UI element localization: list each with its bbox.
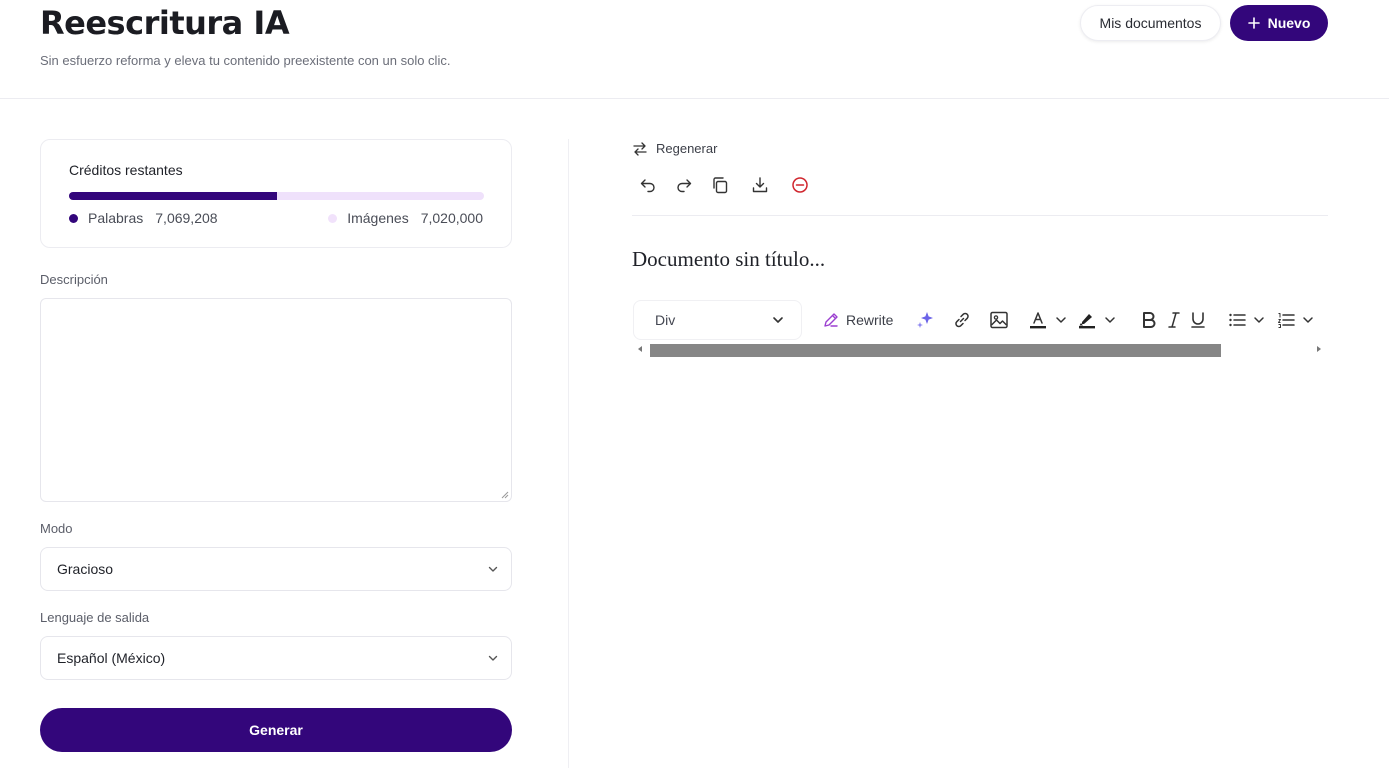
credits-title: Créditos restantes	[69, 162, 183, 178]
my-documents-button[interactable]: Mis documentos	[1080, 5, 1221, 41]
credits-bar-fill	[69, 192, 278, 200]
panel-divider	[568, 139, 569, 768]
numbered-list-icon	[1278, 313, 1295, 328]
actions-divider	[632, 215, 1328, 216]
redo-icon[interactable]	[674, 175, 694, 195]
font-color-button[interactable]	[1028, 310, 1068, 330]
chevron-down-icon	[1303, 317, 1313, 323]
credits-bar	[69, 192, 484, 200]
images-value: 7,020,000	[420, 210, 483, 226]
mode-value: Gracioso	[57, 561, 114, 577]
images-label: Imágenes	[347, 210, 409, 226]
new-document-button[interactable]: Nuevo	[1230, 5, 1328, 41]
generate-button[interactable]: Generar	[40, 708, 512, 752]
images-dot	[328, 213, 338, 223]
plus-icon	[1247, 17, 1260, 29]
block-type-select[interactable]: Div	[633, 300, 802, 340]
mode-select[interactable]: Gracioso	[40, 547, 512, 591]
link-icon[interactable]	[952, 310, 972, 330]
highlight-icon	[1079, 314, 1095, 329]
language-label: Lenguaje de salida	[40, 610, 150, 625]
download-icon[interactable]	[750, 175, 770, 195]
chevron-down-icon	[1254, 317, 1264, 323]
bullet-list-icon	[1229, 313, 1246, 327]
delete-icon[interactable]	[790, 175, 810, 195]
language-value: Español (México)	[57, 650, 166, 666]
font-color-icon	[1030, 312, 1046, 329]
toolbar-scrollbar[interactable]	[632, 341, 1328, 357]
page-subtitle: Sin esfuerzo reforma y eleva tu contenid…	[40, 53, 451, 68]
regenerate-label: Regenerar	[656, 141, 718, 156]
scrollbar-thumb[interactable]	[650, 344, 1221, 357]
editor-toolbar: Div Rewrite	[632, 299, 1328, 341]
description-label: Descripción	[40, 272, 108, 287]
undo-icon[interactable]	[638, 175, 658, 195]
scroll-right-arrow-icon[interactable]	[1317, 346, 1321, 352]
underline-icon[interactable]	[1190, 310, 1206, 330]
document-actions	[632, 175, 826, 195]
document-title[interactable]: Documento sin título...	[632, 247, 825, 272]
scroll-left-arrow-icon[interactable]	[638, 346, 642, 352]
chevron-down-icon	[1105, 317, 1115, 323]
new-button-label: Nuevo	[1267, 15, 1311, 31]
pencil-icon	[824, 313, 838, 327]
highlight-button[interactable]	[1077, 310, 1117, 330]
copy-icon[interactable]	[710, 175, 730, 195]
page-title: Reescritura IA	[40, 4, 290, 42]
chevron-down-icon	[773, 317, 783, 323]
words-dot	[69, 213, 78, 223]
resize-handle-icon[interactable]	[501, 491, 509, 499]
mode-label: Modo	[40, 521, 73, 536]
header: Reescritura IA Sin esfuerzo reforma y el…	[0, 0, 1389, 99]
italic-icon[interactable]	[1166, 310, 1182, 330]
swap-arrows-icon	[633, 141, 647, 156]
regenerate-button[interactable]: Regenerar	[632, 141, 717, 156]
credits-card: Créditos restantes Palabras 7,069,208 Im…	[40, 139, 512, 248]
bold-icon[interactable]	[1140, 310, 1158, 330]
words-legend: Palabras 7,069,208	[69, 210, 218, 226]
chevron-down-icon	[488, 566, 498, 572]
rewrite-button[interactable]: Rewrite	[822, 310, 893, 330]
rewrite-label: Rewrite	[846, 312, 894, 328]
words-label: Palabras	[88, 210, 144, 226]
words-value: 7,069,208	[155, 210, 218, 226]
chevron-down-icon	[1056, 317, 1066, 323]
block-type-value: Div	[655, 312, 676, 328]
sparkle-icon[interactable]	[915, 310, 935, 330]
images-legend: Imágenes 7,020,000	[328, 210, 483, 226]
chevron-down-icon	[488, 655, 498, 661]
language-select[interactable]: Español (México)	[40, 636, 512, 680]
image-icon[interactable]	[989, 310, 1009, 330]
bullet-list-button[interactable]	[1228, 310, 1266, 330]
description-textarea[interactable]	[40, 298, 512, 502]
numbered-list-button[interactable]	[1277, 310, 1315, 330]
